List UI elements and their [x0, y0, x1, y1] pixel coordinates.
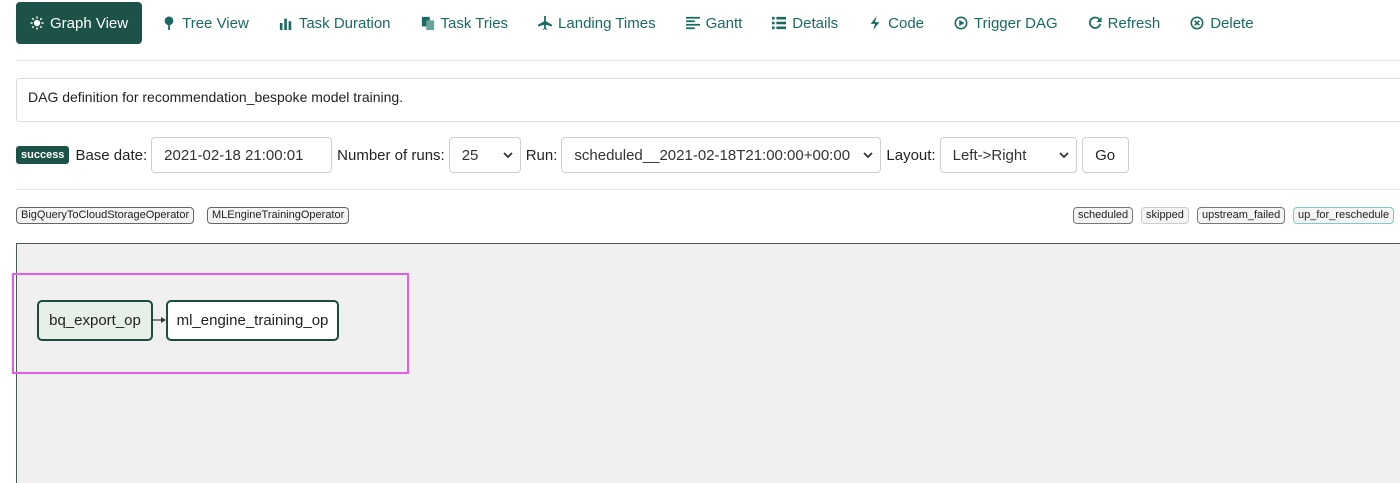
- tab-refresh[interactable]: Refresh: [1076, 2, 1173, 44]
- dag-graph-canvas[interactable]: [16, 243, 1400, 483]
- run-select[interactable]: scheduled__2021-02-18T21:00:00+00:00: [561, 137, 882, 173]
- task-node-bq-export-op[interactable]: bq_export_op: [37, 300, 153, 341]
- state-chip-skipped[interactable]: skipped: [1141, 207, 1189, 224]
- tab-graph-view[interactable]: Graph View: [16, 2, 143, 44]
- tab-code[interactable]: Code: [856, 2, 936, 44]
- tab-label: Details: [792, 14, 839, 32]
- refresh-icon: [1088, 16, 1102, 29]
- tab-label: Landing Times: [558, 14, 656, 32]
- state-chip-upstream-failed[interactable]: upstream_failed: [1197, 207, 1286, 224]
- operator-chip-mlengine[interactable]: MLEngineTrainingOperator: [207, 207, 350, 224]
- dag-nav-tabs: Graph View Tree View Task Duration Task …: [16, 2, 1272, 44]
- chevron-down-icon: [863, 152, 874, 159]
- tab-label: Graph View: [50, 14, 129, 32]
- tab-label: Delete: [1210, 14, 1254, 32]
- tab-task-tries[interactable]: Task Tries: [409, 2, 521, 44]
- tab-label: Tree View: [182, 14, 249, 32]
- list-icon: [772, 16, 787, 30]
- flash-icon: [870, 16, 880, 30]
- state-chip-up-for-reschedule[interactable]: up_for_reschedule: [1293, 207, 1395, 224]
- task-node-ml-engine-training-op[interactable]: ml_engine_training_op: [166, 300, 339, 341]
- run-value: scheduled__2021-02-18T21:00:00+00:00: [574, 146, 851, 164]
- nav-divider: [16, 60, 1400, 61]
- tab-label: Code: [888, 14, 925, 32]
- tab-task-duration[interactable]: Task Duration: [267, 2, 403, 44]
- remove-circle-icon: [1190, 16, 1204, 30]
- state-chip-scheduled[interactable]: scheduled: [1073, 207, 1134, 224]
- tab-label: Gantt: [705, 14, 743, 32]
- tab-label: Refresh: [1107, 14, 1161, 32]
- num-runs-select[interactable]: 25: [448, 137, 521, 173]
- play-circle-icon: [954, 16, 968, 30]
- layout-label: Layout:: [886, 146, 936, 164]
- num-runs-label: Number of runs:: [337, 146, 445, 164]
- tab-label: Task Duration: [298, 14, 391, 32]
- tab-label: Task Tries: [440, 14, 509, 32]
- operator-chip-bigquery[interactable]: BigQueryToCloudStorageOperator: [16, 207, 195, 224]
- graph-controls: success Base date: 2021-02-18 21:00:01 N…: [16, 137, 1129, 173]
- status-badge: success: [16, 146, 70, 164]
- tab-details[interactable]: Details: [760, 2, 850, 44]
- tab-trigger-dag[interactable]: Trigger DAG: [942, 2, 1070, 44]
- tab-tree-view[interactable]: Tree View: [150, 2, 261, 44]
- go-button[interactable]: Go: [1081, 137, 1129, 173]
- layout-select[interactable]: Left->Right: [939, 137, 1077, 173]
- layout-value: Left->Right: [952, 146, 1027, 164]
- run-label: Run:: [525, 146, 558, 164]
- tree-icon: [164, 16, 174, 30]
- tab-delete[interactable]: Delete: [1178, 2, 1265, 44]
- base-date-label: Base date:: [75, 146, 148, 164]
- chevron-down-icon: [1058, 152, 1069, 159]
- controls-divider: [16, 189, 1400, 190]
- num-runs-value: 25: [461, 146, 479, 164]
- chevron-down-icon: [503, 152, 513, 159]
- tab-landing-times[interactable]: Landing Times: [526, 2, 668, 44]
- tab-label: Trigger DAG: [974, 14, 1058, 32]
- plane-icon: [538, 16, 553, 30]
- align-left-icon: [685, 16, 700, 30]
- base-date-input[interactable]: 2021-02-18 21:00:01: [151, 137, 333, 173]
- tab-gantt[interactable]: Gantt: [674, 2, 755, 44]
- sun-icon: [30, 16, 44, 30]
- dag-description: DAG definition for recommendation_bespok…: [16, 78, 1400, 122]
- bar-chart-icon: [279, 18, 292, 30]
- copy-icon: [421, 16, 434, 30]
